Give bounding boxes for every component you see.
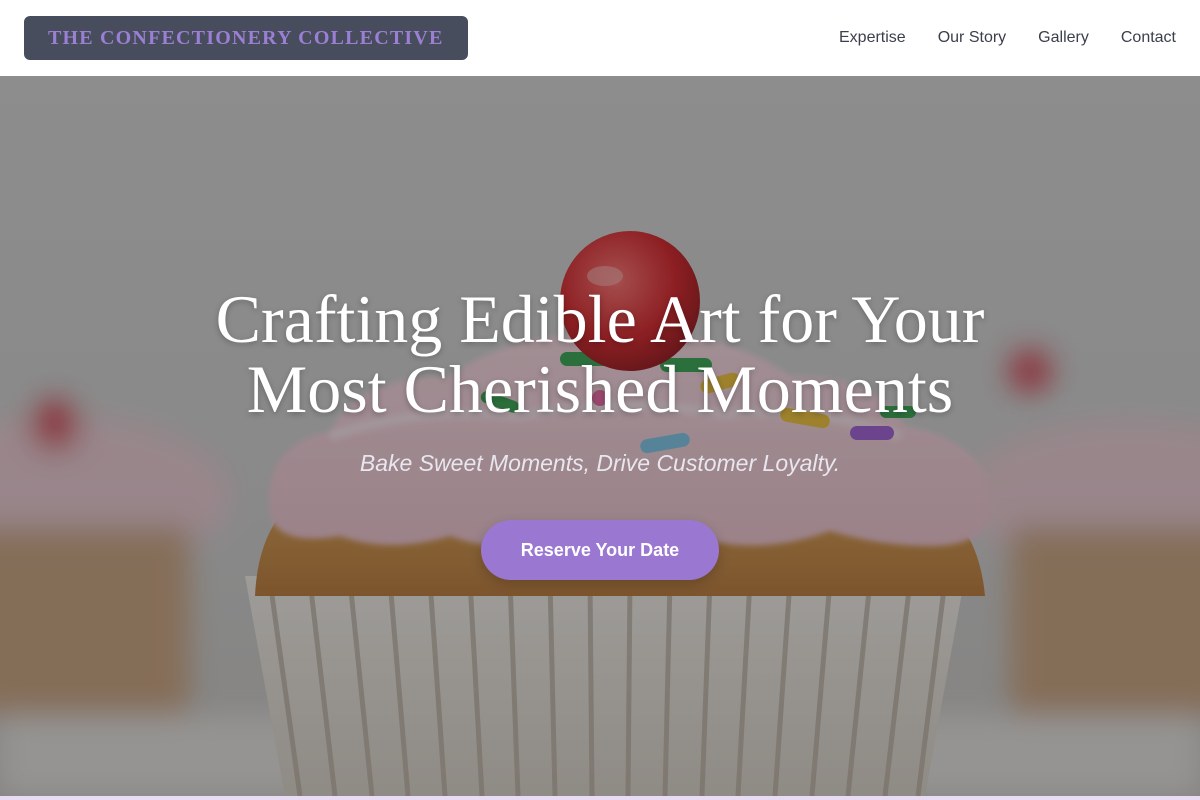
reserve-date-button[interactable]: Reserve Your Date bbox=[480, 520, 720, 580]
hero-content: Crafting Edible Art for Your Most Cheris… bbox=[0, 76, 1200, 796]
page-bottom-strip bbox=[0, 796, 1200, 800]
nav-link-expertise[interactable]: Expertise bbox=[839, 29, 906, 47]
site-header: THE CONFECTIONERY COLLECTIVE Expertise O… bbox=[0, 0, 1200, 76]
main-nav: Expertise Our Story Gallery Contact bbox=[807, 0, 1176, 76]
hero-tagline: Bake Sweet Moments, Drive Customer Loyal… bbox=[359, 450, 841, 476]
hero-title-line-2: Most Cherished Moments bbox=[246, 351, 954, 427]
brand-name: THE CONFECTIONERY COLLECTIVE bbox=[48, 26, 444, 49]
nav-link-our-story[interactable]: Our Story bbox=[938, 29, 1006, 47]
hero-title-line-1: Crafting Edible Art for Your bbox=[215, 281, 985, 357]
hero-title: Crafting Edible Art for Your Most Cheris… bbox=[150, 284, 1050, 424]
nav-link-contact[interactable]: Contact bbox=[1121, 29, 1176, 47]
hero-section: Crafting Edible Art for Your Most Cheris… bbox=[0, 76, 1200, 796]
nav-link-gallery[interactable]: Gallery bbox=[1038, 29, 1089, 47]
brand-logo-link[interactable]: THE CONFECTIONERY COLLECTIVE bbox=[24, 16, 468, 60]
